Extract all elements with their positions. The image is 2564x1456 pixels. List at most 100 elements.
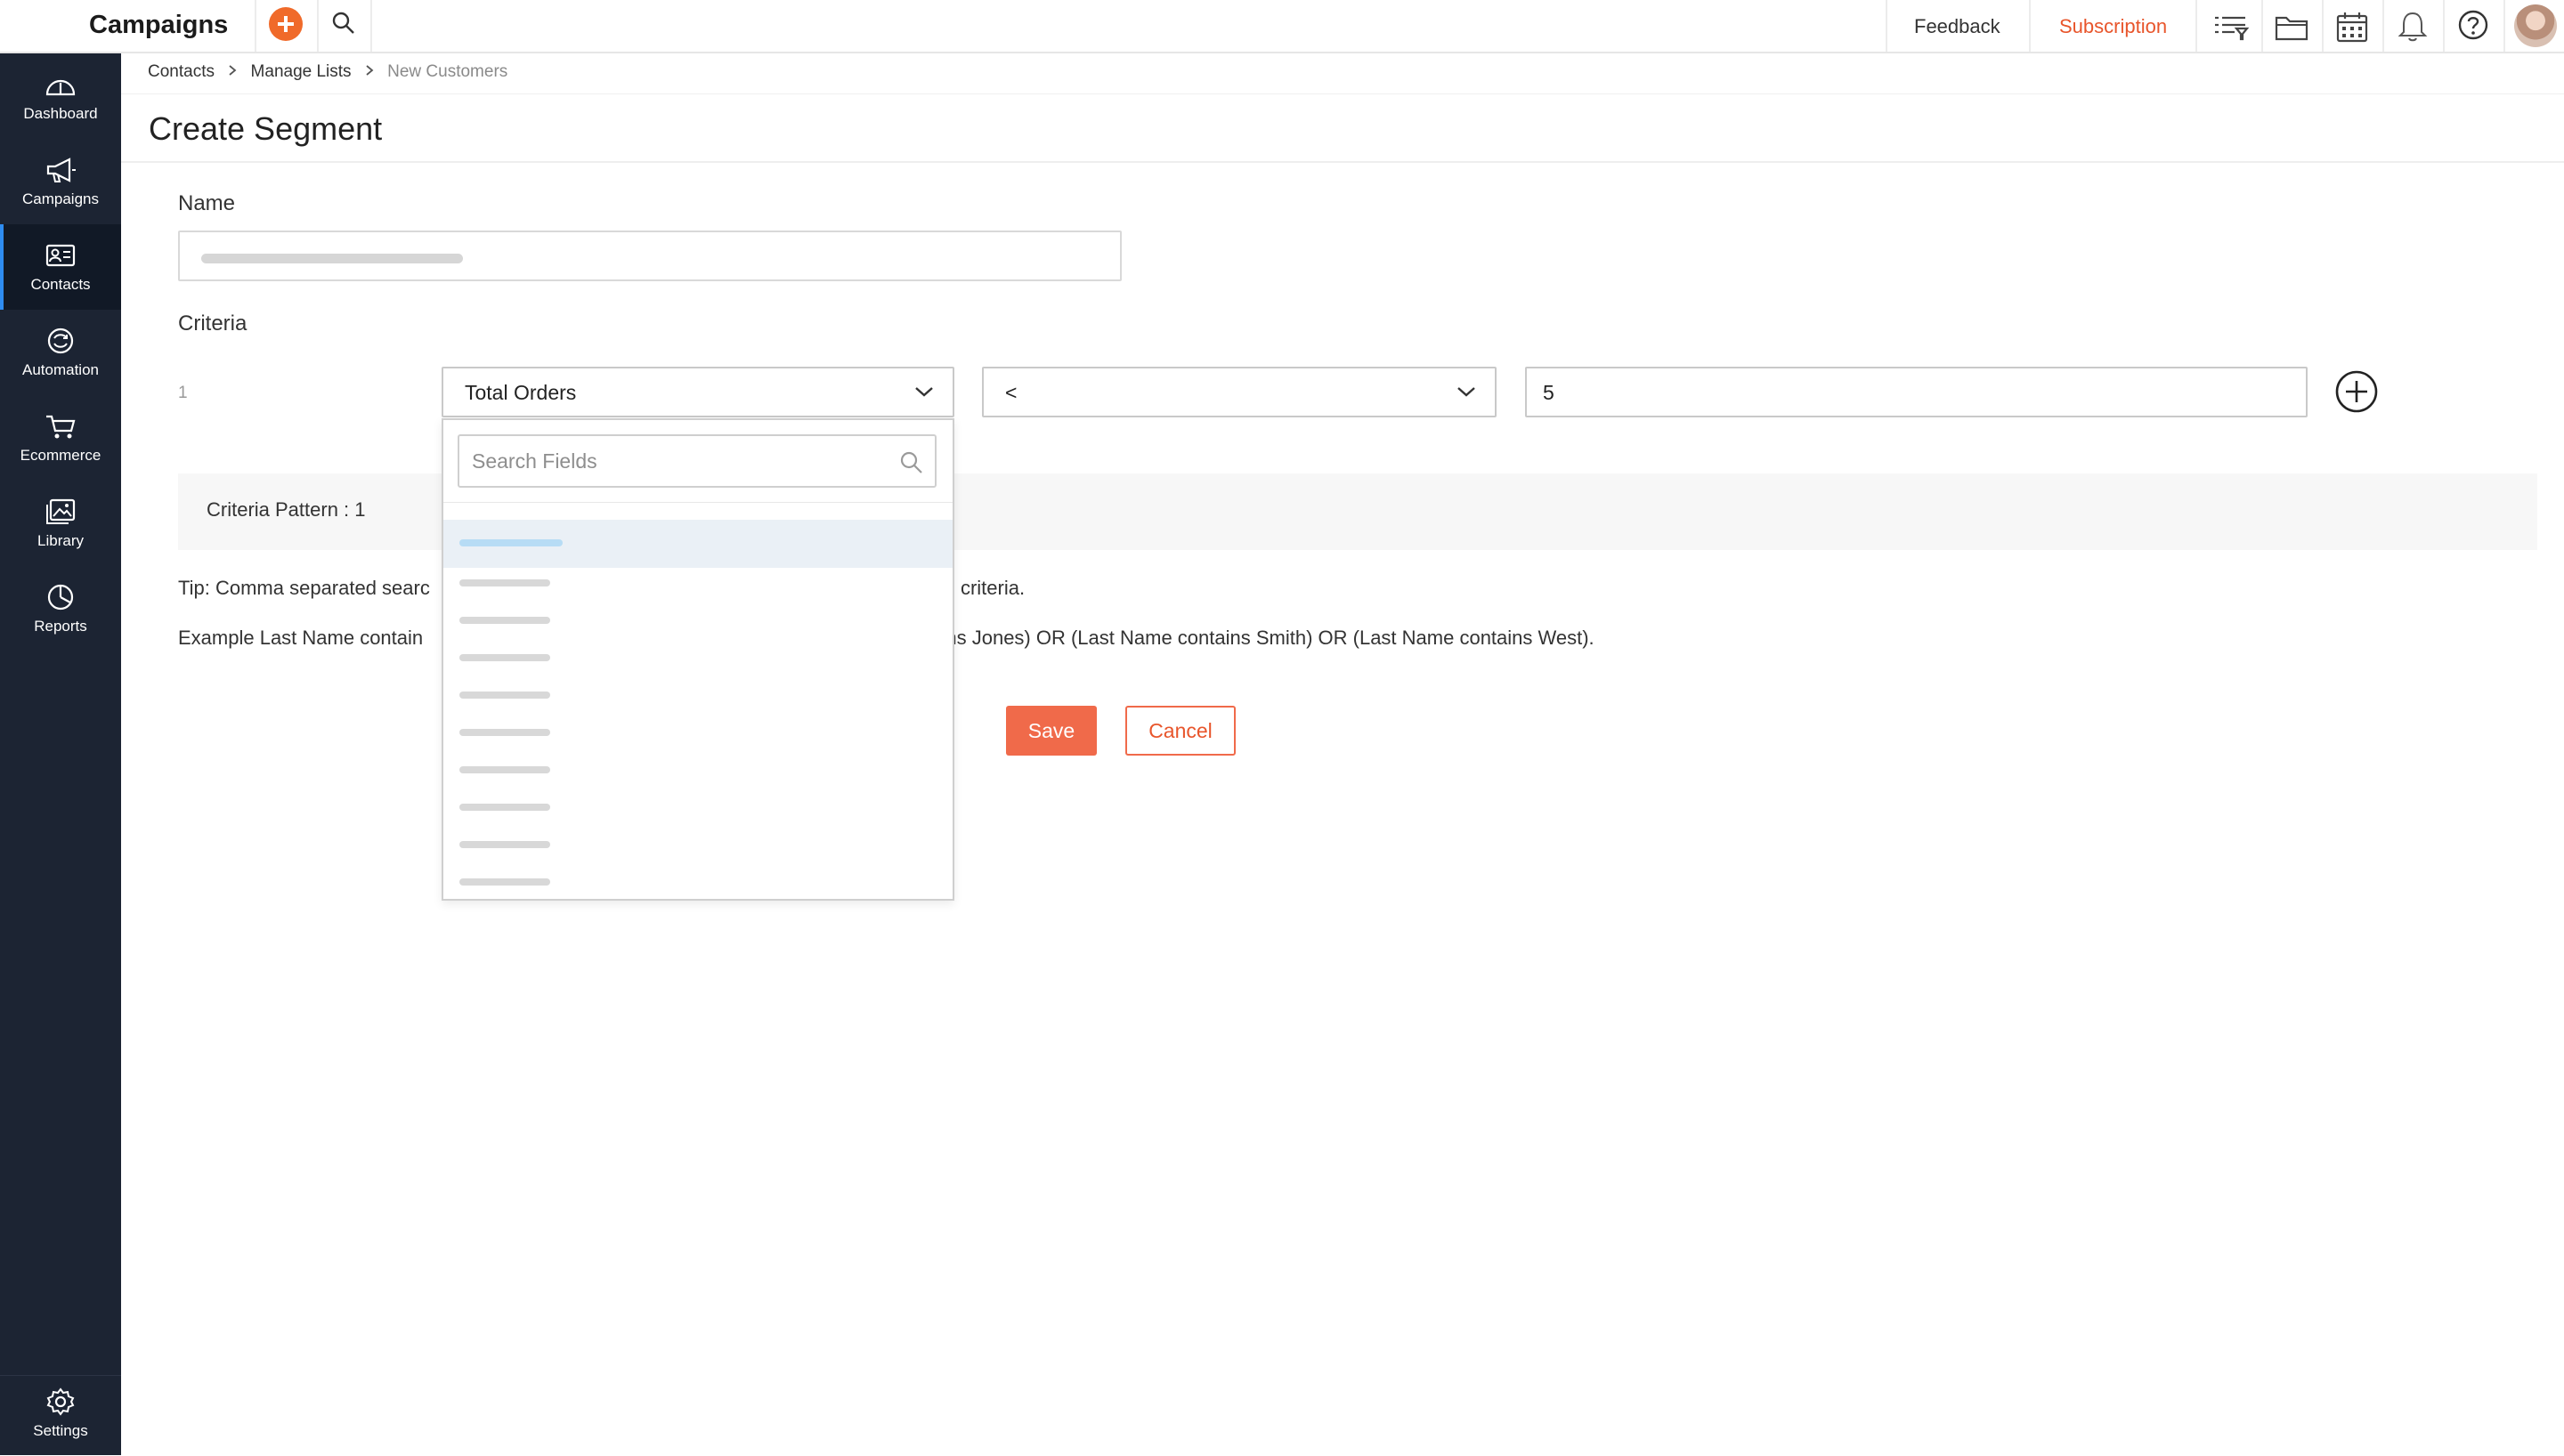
page-title: Create Segment — [149, 110, 383, 147]
breadcrumb-contacts[interactable]: Contacts — [148, 62, 215, 82]
dropdown-option-selected[interactable] — [443, 520, 953, 568]
cart-icon — [46, 415, 76, 439]
redacted-name-value — [201, 254, 463, 263]
contact-card-icon — [45, 244, 76, 267]
redacted-option-label — [459, 692, 550, 699]
dashboard-gauge-icon — [45, 79, 76, 96]
top-bar: Campaigns Feedback Subscription — [0, 0, 2564, 53]
criteria-row-number: 1 — [178, 384, 188, 402]
sidebar-item-ecommerce[interactable]: Ecommerce — [0, 395, 121, 481]
dropdown-option[interactable] — [443, 643, 953, 680]
divider — [443, 502, 953, 503]
app-title[interactable]: Campaigns — [89, 11, 228, 40]
divider — [255, 0, 256, 52]
redacted-option-label — [459, 729, 550, 736]
chevron-down-icon — [915, 387, 933, 397]
divider — [2382, 0, 2384, 52]
sidebar-item-automation[interactable]: Automation — [0, 310, 121, 395]
divider — [317, 0, 319, 52]
divider — [121, 161, 2564, 163]
redacted-option-label — [459, 804, 550, 811]
divider — [2029, 0, 2031, 52]
example-text-end: tains Jones) OR (Last Name contains Smit… — [925, 627, 1594, 649]
feedback-link[interactable]: Feedback — [1914, 15, 2000, 38]
field-select-value: Total Orders — [465, 381, 577, 404]
sidebar-item-label: Automation — [22, 361, 99, 378]
operator-select-value: < — [1005, 381, 1018, 404]
sidebar: Dashboard Campaigns Contacts Automation — [0, 53, 121, 1455]
avatar[interactable] — [2514, 4, 2557, 47]
dropdown-option[interactable] — [443, 568, 953, 605]
operator-select[interactable]: < — [982, 367, 1497, 417]
search-fields-box[interactable] — [458, 434, 937, 488]
segment-name-input[interactable] — [178, 231, 1122, 281]
redacted-option-label — [459, 878, 550, 886]
divider — [121, 93, 2564, 94]
redacted-option-label — [459, 841, 550, 848]
dropdown-option[interactable] — [443, 867, 953, 899]
subscription-link[interactable]: Subscription — [2059, 15, 2167, 38]
save-button[interactable]: Save — [1006, 706, 1097, 756]
field-select[interactable]: Total Orders — [442, 367, 954, 417]
example-text-start: Example Last Name contain — [178, 627, 424, 649]
megaphone-icon — [46, 158, 76, 182]
chevron-right-icon — [365, 62, 374, 82]
gear-icon — [46, 1387, 75, 1416]
dropdown-option[interactable] — [443, 755, 953, 792]
dropdown-option[interactable] — [443, 717, 953, 755]
redacted-option-label — [459, 539, 563, 546]
sidebar-item-library[interactable]: Library — [0, 481, 121, 566]
sidebar-item-campaigns[interactable]: Campaigns — [0, 139, 121, 224]
image-library-icon — [46, 498, 76, 524]
divider — [2443, 0, 2445, 52]
criteria-label: Criteria — [178, 311, 247, 336]
bell-icon[interactable] — [2393, 7, 2432, 46]
criteria-value-text: 5 — [1543, 381, 1554, 404]
dropdown-option[interactable] — [443, 680, 953, 717]
chevron-down-icon — [1457, 387, 1475, 397]
redacted-option-label — [459, 766, 550, 773]
dropdown-option[interactable] — [443, 605, 953, 643]
redacted-option-label — [459, 617, 550, 624]
dropdown-option[interactable] — [443, 792, 953, 829]
chevron-right-icon — [228, 62, 237, 82]
redacted-option-label — [459, 654, 550, 661]
divider — [2195, 0, 2197, 52]
create-plus-icon[interactable] — [269, 7, 303, 41]
sidebar-item-reports[interactable]: Reports — [0, 566, 121, 651]
search-icon[interactable] — [331, 11, 356, 36]
sidebar-item-label: Reports — [34, 618, 87, 635]
sidebar-item-dashboard[interactable]: Dashboard — [0, 53, 121, 139]
sidebar-item-settings[interactable]: Settings — [0, 1371, 121, 1456]
cancel-button[interactable]: Cancel — [1125, 706, 1236, 756]
criteria-value-input[interactable]: 5 — [1525, 367, 2308, 417]
breadcrumb: Contacts Manage Lists New Customers — [148, 62, 507, 82]
folder-icon[interactable] — [2272, 7, 2311, 46]
name-label: Name — [178, 191, 236, 215]
criteria-pattern-text: Criteria Pattern : 1 — [207, 498, 366, 521]
sidebar-item-label: Library — [37, 532, 84, 549]
tip-text-end: criteria. — [954, 577, 1026, 599]
sidebar-item-label: Ecommerce — [20, 447, 101, 464]
sidebar-item-label: Campaigns — [22, 190, 99, 207]
help-icon[interactable] — [2454, 7, 2493, 46]
dropdown-option[interactable] — [443, 829, 953, 867]
divider — [370, 0, 372, 52]
divider — [2322, 0, 2324, 52]
divider — [2261, 0, 2263, 52]
tip-text-start: Tip: Comma separated searc — [178, 577, 430, 599]
redacted-option-label — [459, 579, 550, 586]
list-filter-icon[interactable] — [2211, 7, 2251, 46]
divider — [1886, 0, 1887, 52]
add-criteria-icon[interactable] — [2334, 369, 2379, 414]
sidebar-item-contacts[interactable]: Contacts — [0, 224, 121, 310]
search-icon — [900, 451, 922, 473]
breadcrumb-manage-lists[interactable]: Manage Lists — [251, 62, 352, 82]
search-fields-input[interactable] — [472, 447, 881, 475]
sidebar-item-label: Dashboard — [23, 105, 98, 122]
sidebar-item-label: Settings — [33, 1422, 88, 1439]
pie-chart-icon — [47, 584, 74, 611]
sidebar-item-label: Contacts — [30, 276, 91, 293]
calendar-icon[interactable] — [2333, 7, 2372, 46]
automation-icon — [47, 328, 74, 354]
